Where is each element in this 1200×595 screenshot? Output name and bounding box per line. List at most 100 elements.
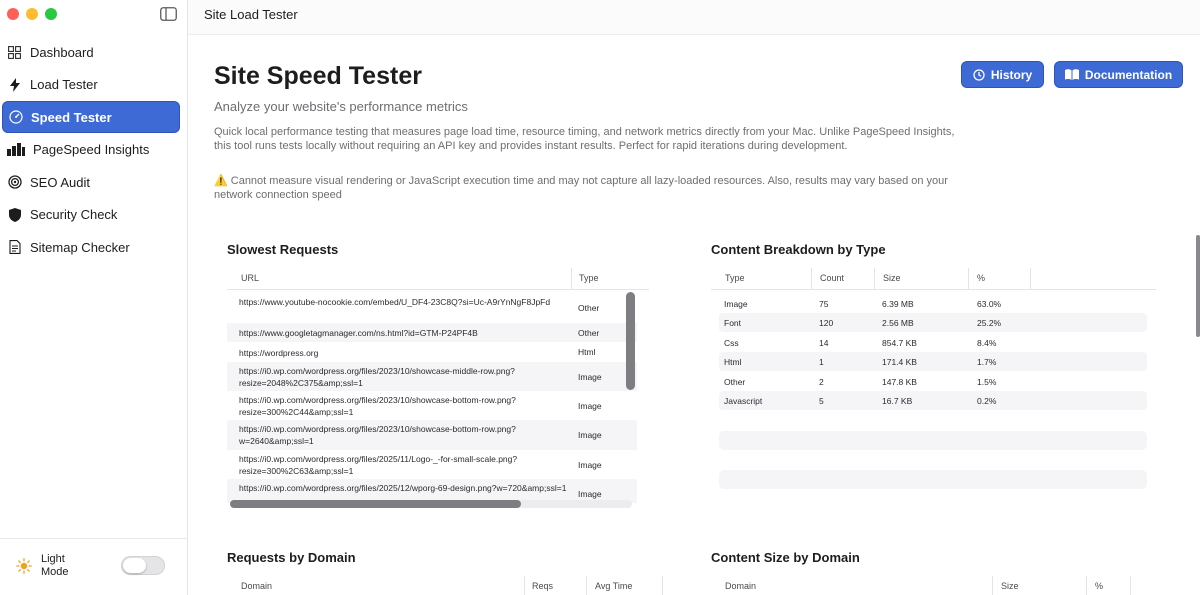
page-subtitle: Analyze your website's performance metri… xyxy=(214,99,468,114)
column-header-type[interactable]: Type xyxy=(725,273,745,283)
table-row[interactable]: https://www.googletagmanager.com/ns.html… xyxy=(227,323,637,342)
requests-by-domain-header: Domain Reqs Avg Time xyxy=(227,576,663,595)
table-row[interactable]: https://i0.wp.com/wordpress.org/files/20… xyxy=(227,450,637,479)
shield-icon xyxy=(7,207,22,222)
content-breakdown-table: Type Count Size % Image 75 6.39 MB 63.0%… xyxy=(711,268,1157,498)
column-divider xyxy=(571,268,572,289)
theme-toggle[interactable] xyxy=(121,556,165,575)
cell-percent: 1.7% xyxy=(977,357,997,367)
table-row[interactable]: https://i0.wp.com/wordpress.org/files/20… xyxy=(227,420,637,450)
column-divider xyxy=(874,268,875,289)
request-type: Other xyxy=(578,303,600,313)
history-label: History xyxy=(990,67,1033,82)
column-header-percent[interactable]: % xyxy=(977,273,985,283)
documentation-button[interactable]: Documentation xyxy=(1054,61,1183,88)
table-row[interactable]: Other 2 147.8 KB 1.5% xyxy=(719,372,1147,391)
cell-percent: 25.2% xyxy=(977,318,1002,328)
page-description: Quick local performance testing that mea… xyxy=(214,126,955,152)
cell-percent: 63.0% xyxy=(977,299,1002,309)
table-row[interactable]: Css 14 854.7 KB 8.4% xyxy=(719,333,1147,352)
column-header-percent[interactable]: % xyxy=(1095,581,1103,591)
cell-percent: 0.2% xyxy=(977,396,997,406)
empty-row xyxy=(719,470,1147,489)
column-header-url[interactable]: URL xyxy=(241,273,259,283)
page-title: Site Speed Tester xyxy=(214,62,422,90)
cell-percent: 8.4% xyxy=(977,338,997,348)
grid-icon xyxy=(7,45,22,60)
cell-count: 120 xyxy=(819,318,834,328)
zoom-window-button[interactable] xyxy=(45,8,57,20)
column-header-type[interactable]: Type xyxy=(579,273,599,283)
request-type: Image xyxy=(578,460,602,470)
sidebar-item-dashboard[interactable]: Dashboard xyxy=(2,36,186,68)
column-header-count[interactable]: Count xyxy=(820,273,844,283)
sidebar-nav: Dashboard Load Tester Speed Tester PageS… xyxy=(0,36,188,264)
request-url: https://www.googletagmanager.com/ns.html… xyxy=(239,328,478,338)
cell-size: 6.39 MB xyxy=(882,299,914,309)
request-url: https://wordpress.org xyxy=(239,348,319,358)
request-type: Image xyxy=(578,401,602,411)
vertical-scrollbar[interactable] xyxy=(626,292,635,390)
content-size-by-domain-title: Content Size by Domain xyxy=(711,550,860,565)
request-url: https://www.youtube-nocookie.com/embed/U… xyxy=(239,297,551,307)
theme-label: Light Mode xyxy=(41,553,69,578)
table-row[interactable]: Javascript 5 16.7 KB 0.2% xyxy=(719,391,1147,410)
request-url: https://i0.wp.com/wordpress.org/files/20… xyxy=(239,366,515,388)
sidebar-item-seo-audit[interactable]: SEO Audit xyxy=(2,166,186,198)
sidebar-item-label: Security Check xyxy=(30,207,118,222)
cell-size: 854.7 KB xyxy=(882,338,917,348)
table-row[interactable]: https://www.youtube-nocookie.com/embed/U… xyxy=(227,293,637,323)
title-bar: Site Load Tester xyxy=(188,0,1200,35)
table-row[interactable]: Font 120 2.56 MB 25.2% xyxy=(719,313,1147,332)
column-header-avg-time[interactable]: Avg Time xyxy=(595,581,632,591)
close-window-button[interactable] xyxy=(7,8,19,20)
table-row[interactable]: https://wordpress.org Html xyxy=(227,342,637,362)
cell-type: Javascript xyxy=(724,396,763,406)
cell-percent: 1.5% xyxy=(977,377,997,387)
sidebar-item-load-tester[interactable]: Load Tester xyxy=(2,69,186,101)
cell-count: 14 xyxy=(819,338,829,348)
sidebar-item-label: Dashboard xyxy=(30,44,94,60)
sidebar-item-pagespeed-insights[interactable]: PageSpeed Insights xyxy=(2,134,186,166)
cell-size: 2.56 MB xyxy=(882,318,914,328)
sidebar-item-label: Load Tester xyxy=(30,77,98,92)
table-row[interactable]: https://i0.wp.com/wordpress.org/files/20… xyxy=(227,362,637,391)
cell-type: Font xyxy=(724,318,742,328)
book-icon xyxy=(1064,69,1079,80)
document-icon xyxy=(7,240,22,255)
table-header: URL Type xyxy=(227,268,649,290)
slowest-requests-title: Slowest Requests xyxy=(227,242,339,257)
empty-row xyxy=(719,431,1147,450)
sidebar-item-security-check[interactable]: Security Check xyxy=(2,199,186,231)
horizontal-scrollbar[interactable] xyxy=(230,500,521,508)
request-type: Html xyxy=(578,347,596,357)
table-row[interactable]: Html 1 171.4 KB 1.7% xyxy=(719,352,1147,371)
theme-switcher: Light Mode xyxy=(0,538,188,595)
content-size-by-domain-header: Domain Size % xyxy=(711,576,1131,595)
column-header-domain[interactable]: Domain xyxy=(725,581,756,591)
sidebar-item-speed-tester[interactable]: Speed Tester xyxy=(2,101,180,133)
column-header-domain[interactable]: Domain xyxy=(241,581,272,591)
table-row[interactable]: https://i0.wp.com/wordpress.org/files/20… xyxy=(227,391,637,420)
sun-icon xyxy=(16,558,32,574)
sidebar-item-label: PageSpeed Insights xyxy=(33,142,150,157)
sidebar-item-label: Sitemap Checker xyxy=(30,239,130,255)
request-url: https://i0.wp.com/wordpress.org/files/20… xyxy=(239,395,516,417)
warning-note: ⚠️ Cannot measure visual rendering or Ja… xyxy=(214,175,948,201)
main-content: Site Load Tester Site Speed Tester Analy… xyxy=(188,0,1200,595)
table-row[interactable]: Image 75 6.39 MB 63.0% xyxy=(719,294,1147,313)
cell-count: 5 xyxy=(819,396,824,406)
history-button[interactable]: History xyxy=(961,61,1044,88)
request-url: https://i0.wp.com/wordpress.org/files/20… xyxy=(239,454,518,476)
window-controls xyxy=(7,8,57,20)
page-scrollbar[interactable] xyxy=(1196,235,1200,337)
content-breakdown-title: Content Breakdown by Type xyxy=(711,242,886,257)
sidebar-toggle-icon[interactable] xyxy=(160,7,177,21)
minimize-window-button[interactable] xyxy=(26,8,38,20)
window-title: Site Load Tester xyxy=(204,7,298,22)
request-type: Image xyxy=(578,372,602,382)
column-header-reqs[interactable]: Reqs xyxy=(532,581,553,591)
column-header-size[interactable]: Size xyxy=(1001,581,1019,591)
column-header-size[interactable]: Size xyxy=(883,273,901,283)
sidebar-item-sitemap-checker[interactable]: Sitemap Checker xyxy=(2,231,186,263)
